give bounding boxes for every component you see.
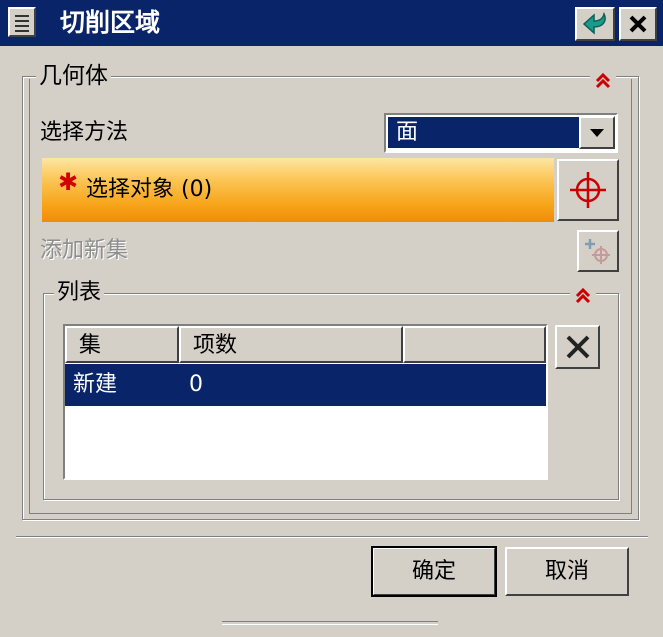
add-new-set-label: 添加新集 xyxy=(40,238,129,263)
select-method-dropdown[interactable]: 面 xyxy=(384,113,618,153)
select-object-bar[interactable]: ✱ 选择对象 (0) xyxy=(42,158,554,222)
column-header-empty[interactable] xyxy=(403,326,546,363)
select-object-button[interactable] xyxy=(557,159,619,221)
window-title: 切削区域 xyxy=(60,8,161,37)
column-header-count[interactable]: 项数 xyxy=(179,326,403,363)
resize-grip[interactable] xyxy=(222,621,438,625)
window-menu-icon[interactable] xyxy=(8,7,36,37)
ok-button[interactable]: 确定 xyxy=(371,546,497,597)
title-bar: 切削区域 xyxy=(0,0,663,46)
geometry-group-legend: 几何体 xyxy=(36,63,111,89)
delete-icon xyxy=(566,335,589,359)
column-header-set[interactable]: 集 xyxy=(65,326,179,363)
add-set-icon xyxy=(585,239,610,264)
row-count-cell: 0 xyxy=(189,372,203,397)
dropdown-arrow-icon xyxy=(590,128,604,137)
select-method-label: 选择方法 xyxy=(40,120,129,145)
collapse-icon xyxy=(575,287,591,304)
row-set-cell: 新建 xyxy=(73,372,118,397)
crosshair-icon xyxy=(570,172,606,208)
set-list-table[interactable]: 集 项数 新建 0 xyxy=(63,324,548,480)
geometry-collapse-button[interactable] xyxy=(590,68,616,94)
list-collapse-button[interactable] xyxy=(570,283,596,309)
select-object-label: 选择对象 (0) xyxy=(86,177,213,202)
back-button[interactable] xyxy=(575,7,615,41)
close-icon xyxy=(629,15,647,33)
select-method-value: 面 xyxy=(388,117,583,148)
back-icon xyxy=(582,11,606,35)
list-group-legend: 列表 xyxy=(54,280,105,306)
dropdown-button[interactable] xyxy=(579,116,615,149)
delete-set-button[interactable] xyxy=(555,325,600,369)
add-new-set-button[interactable] xyxy=(577,230,619,272)
required-star-icon: ✱ xyxy=(58,168,79,196)
cancel-button[interactable]: 取消 xyxy=(505,547,629,596)
table-row[interactable]: 新建 0 xyxy=(65,364,546,406)
footer-separator xyxy=(16,536,648,538)
collapse-icon xyxy=(595,72,611,89)
close-button[interactable] xyxy=(619,7,657,41)
